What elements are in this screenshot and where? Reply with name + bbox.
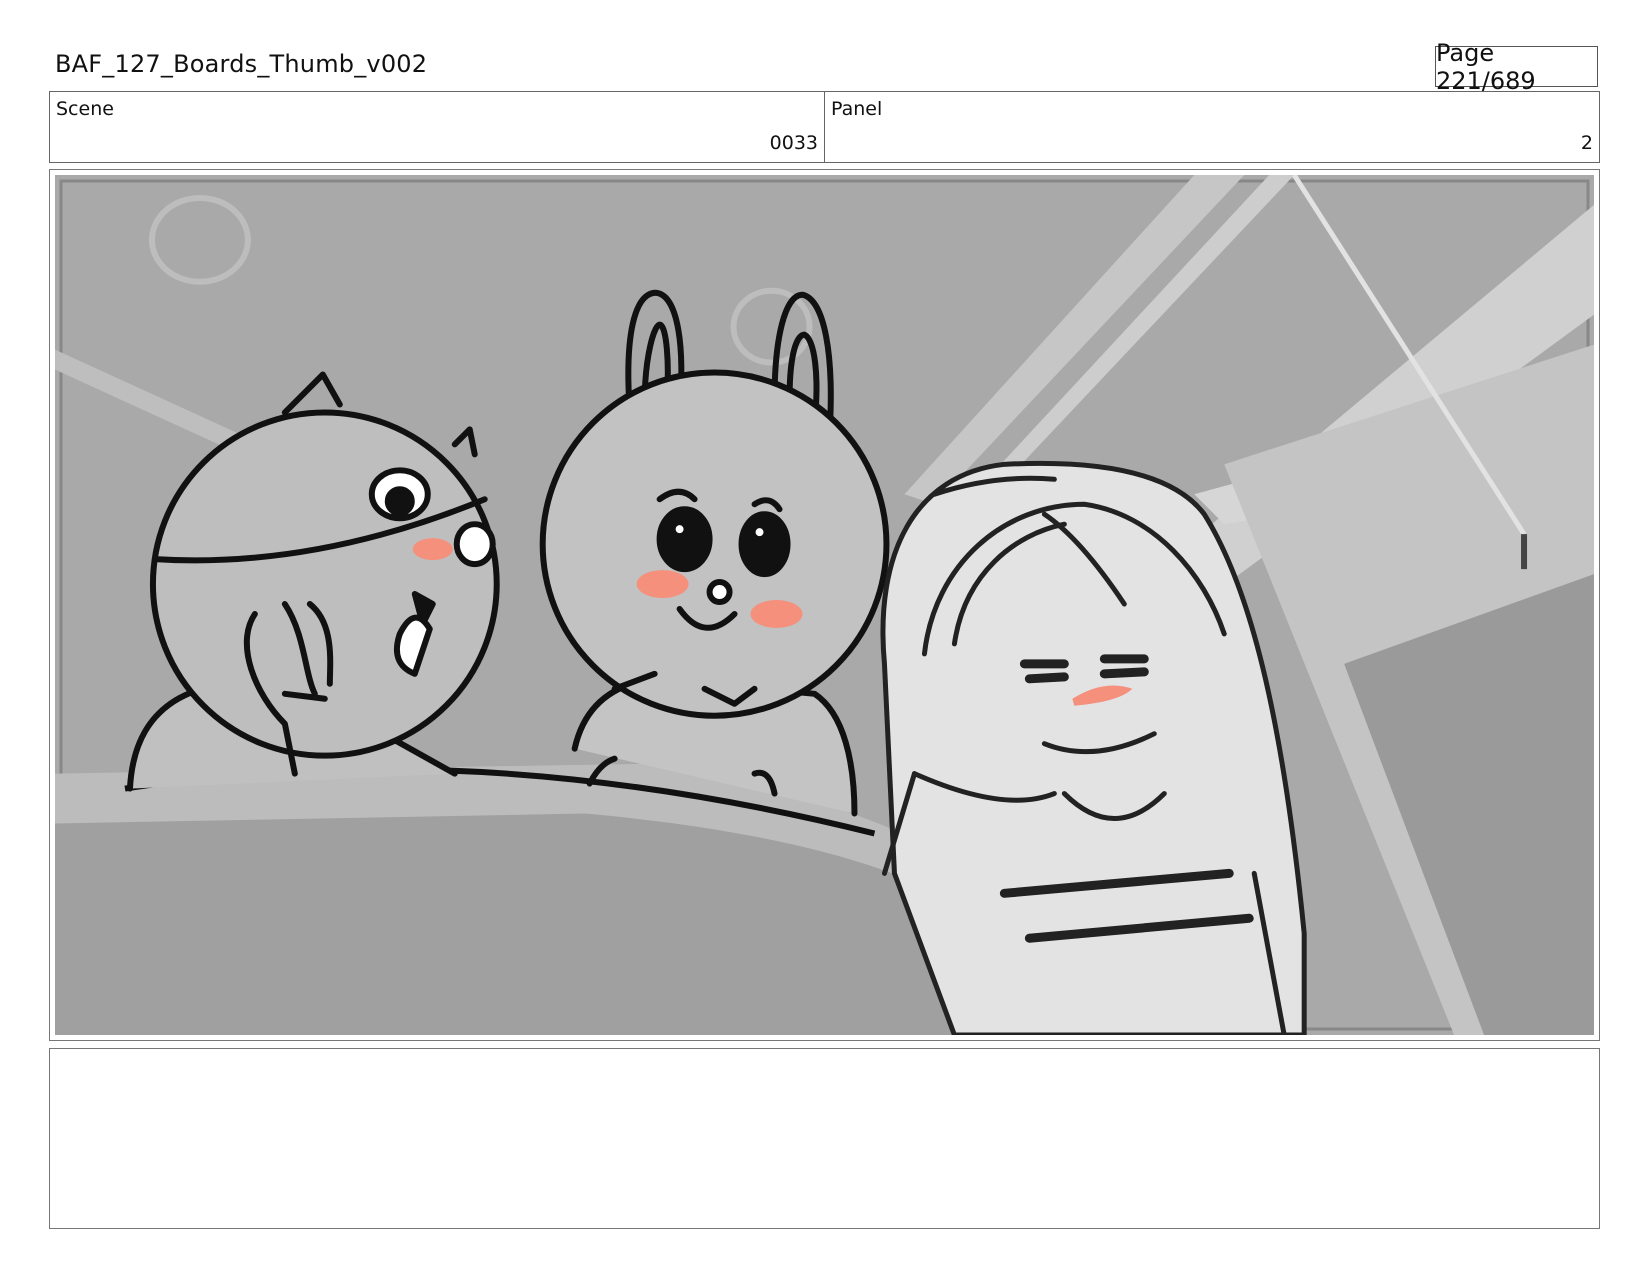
panel-label: Panel bbox=[831, 98, 883, 120]
storyboard-panel-frame bbox=[49, 169, 1600, 1041]
notes-box bbox=[49, 1048, 1600, 1229]
panel-number: 2 bbox=[1580, 132, 1593, 154]
scene-panel-info: Scene 0033 Panel 2 bbox=[49, 91, 1600, 163]
scene-label: Scene bbox=[56, 98, 114, 120]
document-title: BAF_127_Boards_Thumb_v002 bbox=[55, 50, 428, 78]
storyboard-sketch-image bbox=[55, 175, 1594, 1035]
scene-cell: Scene 0033 bbox=[50, 92, 824, 162]
page-number: Page 221/689 bbox=[1435, 39, 1598, 95]
scene-number: 0033 bbox=[769, 132, 818, 154]
panel-cell: Panel 2 bbox=[824, 92, 1599, 162]
